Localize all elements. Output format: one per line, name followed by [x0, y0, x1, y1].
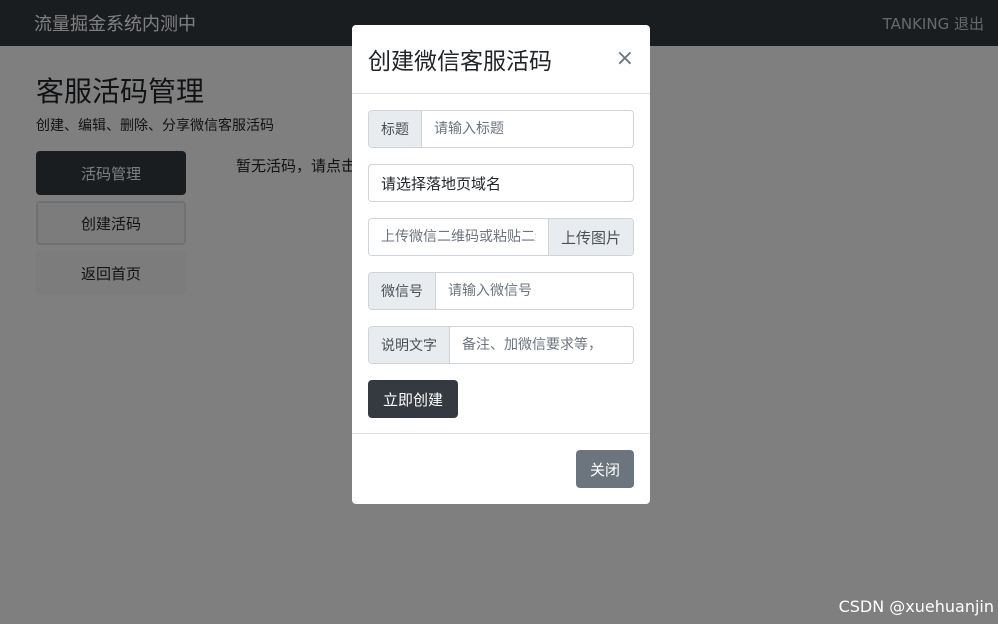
qrcode-input[interactable]: [369, 219, 548, 255]
desc-input-group: 说明文字: [368, 326, 634, 364]
desc-input[interactable]: [450, 327, 633, 363]
upload-image-button[interactable]: 上传图片: [547, 219, 633, 255]
domain-select[interactable]: 请选择落地页域名: [368, 164, 634, 202]
modal-footer: 关闭: [352, 433, 650, 504]
title-input[interactable]: [422, 111, 633, 147]
wechat-label: 微信号: [369, 273, 436, 309]
modal-title: 创建微信客服活码: [368, 49, 552, 75]
close-button[interactable]: 关闭: [576, 450, 634, 488]
modal-header: 创建微信客服活码 ×: [352, 25, 650, 94]
create-now-button[interactable]: 立即创建: [368, 380, 458, 418]
wechat-input-group: 微信号: [368, 272, 634, 310]
create-code-modal: 创建微信客服活码 × 标题 请选择落地页域名 上传图片 微信号 说明文字 立即创…: [352, 25, 650, 504]
title-input-group: 标题: [368, 110, 634, 148]
watermark: CSDN @xuehuanjin: [838, 597, 994, 616]
title-label: 标题: [369, 111, 422, 147]
modal-body: 标题 请选择落地页域名 上传图片 微信号 说明文字 立即创建: [368, 110, 634, 418]
wechat-input[interactable]: [436, 273, 633, 309]
desc-label: 说明文字: [369, 327, 450, 363]
close-icon[interactable]: ×: [616, 48, 634, 70]
qrcode-input-group: 上传图片: [368, 218, 634, 256]
